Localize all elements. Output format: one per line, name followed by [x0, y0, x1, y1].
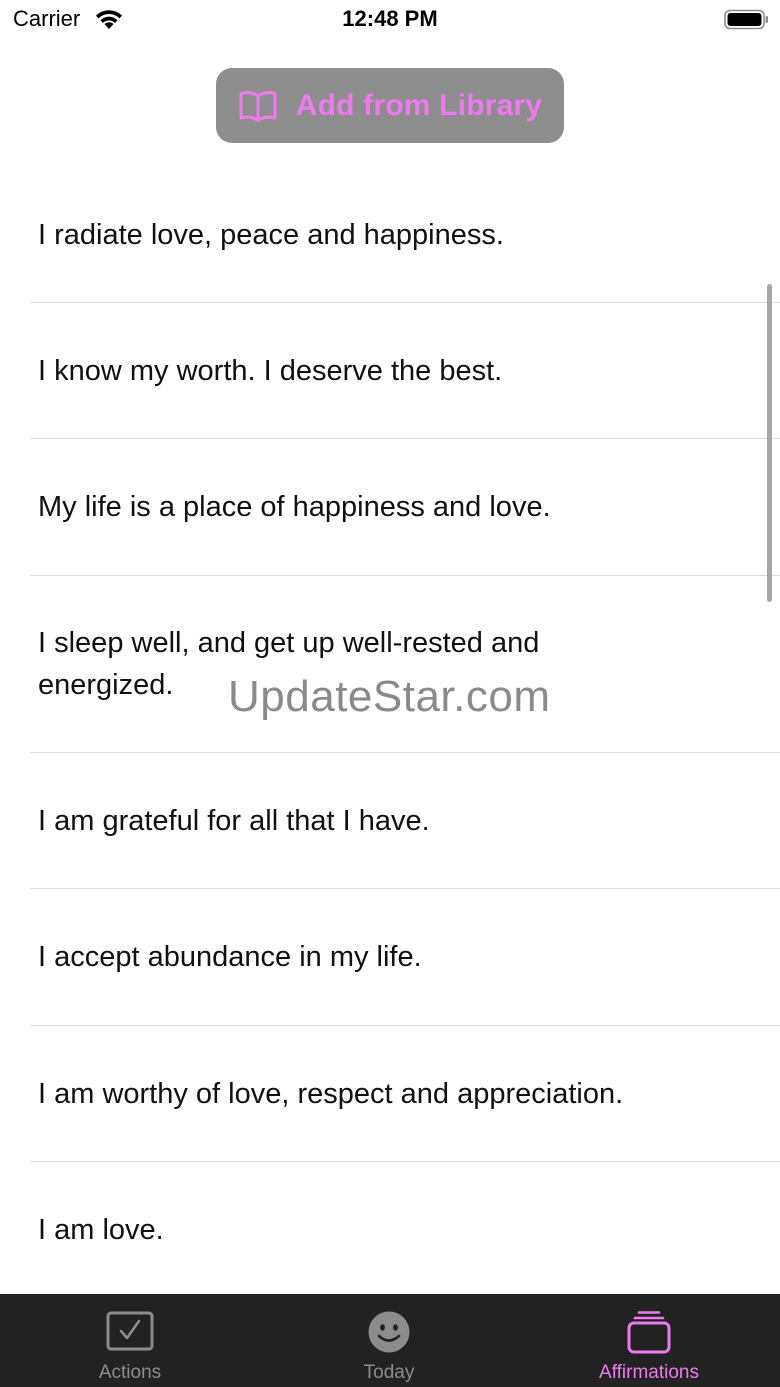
affirmation-text: I am worthy of love, respect and appreci…	[38, 1077, 624, 1110]
affirmation-text: I am love.	[38, 1213, 164, 1246]
scroll-indicator[interactable]	[767, 284, 772, 602]
book-icon	[239, 90, 277, 122]
list-item[interactable]: I am worthy of love, respect and appreci…	[0, 1026, 780, 1161]
tab-label: Today	[363, 1362, 415, 1383]
clock: 12:48 PM	[342, 6, 438, 31]
affirmation-text: I am grateful for all that I have.	[38, 804, 430, 837]
tab-bar: Actions Today Affirmations	[0, 1294, 780, 1387]
list-item[interactable]: I am love.	[0, 1162, 780, 1294]
checkbox-icon	[106, 1311, 154, 1351]
tab-label: Actions	[98, 1362, 162, 1383]
list-item[interactable]: My life is a place of happiness and love…	[0, 439, 780, 575]
list-item[interactable]: I know my worth. I deserve the best.	[0, 303, 780, 438]
add-from-library-button[interactable]: Add from Library	[216, 68, 564, 143]
list-item[interactable]: I am grateful for all that I have.	[0, 753, 780, 888]
list-item[interactable]: I sleep well, and get up well-rested and…	[0, 576, 780, 752]
status-bar: Carrier 12:48 PM	[0, 0, 780, 40]
affirmation-text: I know my worth. I deserve the best.	[38, 354, 503, 387]
screen: Carrier 12:48 PM Add from Library I radi…	[0, 0, 780, 1387]
battery-icon	[724, 9, 768, 30]
affirmation-list[interactable]: I radiate love, peace and happiness. I k…	[0, 167, 780, 1294]
stack-icon	[627, 1311, 671, 1354]
tab-affirmations[interactable]: Affirmations	[519, 1294, 779, 1387]
tab-actions[interactable]: Actions	[0, 1294, 260, 1387]
smiley-icon	[368, 1311, 410, 1353]
list-item[interactable]: I radiate love, peace and happiness.	[0, 167, 780, 302]
watermark: UpdateStar.com	[228, 672, 551, 721]
affirmation-text: My life is a place of happiness and love…	[38, 491, 551, 523]
affirmation-text: I radiate love, peace and happiness.	[38, 218, 504, 251]
add-from-library-label: Add from Library	[295, 88, 543, 122]
tab-today[interactable]: Today	[259, 1294, 519, 1387]
list-item[interactable]: I accept abundance in my life.	[0, 889, 780, 1025]
affirmation-text: I accept abundance in my life.	[38, 941, 422, 973]
tab-label: Affirmations	[599, 1362, 699, 1383]
